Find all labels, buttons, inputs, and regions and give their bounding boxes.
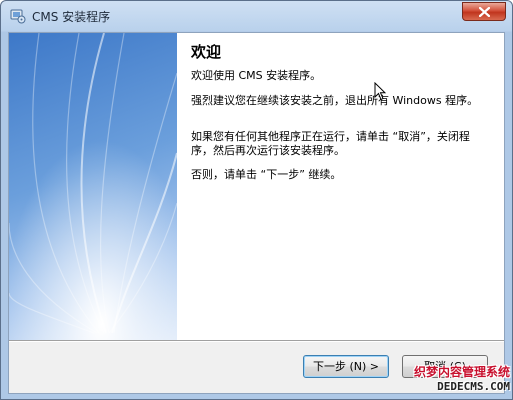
- dialog-body: 欢迎 欢迎使用 CMS 安装程序。 强烈建议您在继续该安装之前，退出所有 Win…: [8, 32, 505, 394]
- cancel-instruction-text: 如果您有任何其他程序正在运行，请单击 “取消”，关闭程序，然后再次运行该安装程序…: [191, 130, 470, 157]
- continue-instruction-text: 否则，请单击 “下一步” 继续。: [191, 168, 342, 181]
- welcome-text: 欢迎使用 CMS 安装程序。: [191, 69, 322, 82]
- recommendation-text: 强烈建议您在继续该安装之前，退出所有 Windows 程序。: [191, 94, 479, 107]
- watermark-title: 织梦内容管理系统: [413, 365, 510, 379]
- title-bar[interactable]: CMS 安装程序: [1, 1, 512, 32]
- close-icon: [479, 7, 490, 17]
- window-title: CMS 安装程序: [32, 10, 111, 24]
- close-button[interactable]: [462, 2, 506, 21]
- next-button[interactable]: 下一步 (N) >: [303, 355, 389, 378]
- installer-window: CMS 安装程序 欢迎 欢迎使用 CMS 安装程序。 强烈建议您在继续该安装之前…: [0, 0, 513, 400]
- side-banner-image: [9, 33, 177, 340]
- welcome-panel: 欢迎 欢迎使用 CMS 安装程序。 强烈建议您在继续该安装之前，退出所有 Win…: [177, 33, 504, 340]
- watermark: 织梦内容管理系统 DEDECMS.COM: [399, 363, 512, 399]
- page-title: 欢迎: [191, 43, 222, 61]
- installer-icon: [10, 8, 26, 24]
- footer-divider: [9, 340, 504, 342]
- watermark-url: DEDECMS.COM: [437, 380, 510, 393]
- mouse-pointer-icon: [374, 81, 387, 105]
